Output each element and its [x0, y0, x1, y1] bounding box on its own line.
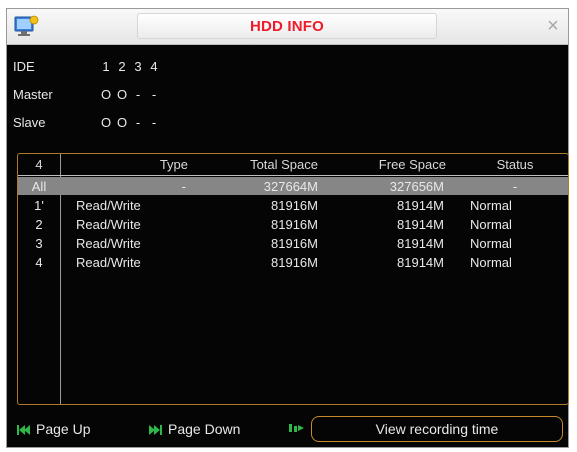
ide-master-row: Master O O - - — [7, 85, 307, 107]
title-tab: HDD INFO — [137, 13, 437, 39]
ide-number-4: 4 — [150, 59, 158, 74]
title-bar: HDD INFO × — [7, 9, 568, 45]
row-type: Read/Write — [76, 198, 141, 213]
slave-value-1: O — [100, 115, 112, 130]
footer-bar: Page Up Page Down View recording time — [7, 411, 568, 445]
row-total-space: 81916M — [271, 255, 318, 270]
row-type: Read/Write — [76, 236, 141, 251]
table-row[interactable]: 1' Read/Write 81916M 81914M Normal — [18, 196, 568, 214]
row-type: Read/Write — [76, 255, 141, 270]
row-total-space: 81916M — [271, 198, 318, 213]
ide-number-2: 2 — [118, 59, 126, 74]
row-free-space: 81914M — [397, 255, 444, 270]
ide-label: IDE — [13, 59, 35, 74]
table-row[interactable]: 2 Read/Write 81916M 81914M Normal — [18, 215, 568, 233]
row-type: Read/Write — [76, 217, 141, 232]
hdd-app-icon — [14, 15, 39, 36]
row-type: - — [181, 179, 186, 194]
row-status: - — [512, 179, 518, 194]
row-status: Normal — [470, 217, 512, 232]
hdd-info-window: HDD INFO × IDE 1 2 3 4 Master O O - - Sl… — [6, 8, 569, 448]
table-row[interactable]: 4 Read/Write 81916M 81914M Normal — [18, 253, 568, 271]
ide-slave-row: Slave O O - - — [7, 113, 307, 135]
ide-number-1: 1 — [102, 59, 110, 74]
slave-value-4: - — [151, 115, 157, 130]
slave-value-2: O — [116, 115, 128, 130]
page-up-icon — [17, 425, 30, 436]
row-index: 1' — [34, 198, 44, 213]
ide-status-panel: IDE 1 2 3 4 Master O O - - Slave O O - - — [7, 57, 307, 147]
page-up-label: Page Up — [36, 421, 91, 437]
page-down-icon — [149, 425, 162, 436]
header-index: 4 — [35, 157, 43, 172]
master-value-4: - — [151, 87, 157, 102]
table-row-all[interactable]: All - 327664M 327656M - — [18, 177, 568, 195]
row-free-space: 81914M — [397, 236, 444, 251]
header-total-space: Total Space — [250, 157, 318, 172]
table-header: 4 Type Total Space Free Space Status — [18, 154, 568, 176]
row-index: All — [31, 179, 47, 194]
row-total-space: 327664M — [263, 179, 318, 194]
page-up-button[interactable]: Page Up — [17, 419, 90, 439]
master-value-2: O — [116, 87, 128, 102]
close-icon[interactable]: × — [542, 15, 564, 37]
slave-value-3: - — [135, 115, 141, 130]
ide-header-row: IDE 1 2 3 4 — [7, 57, 307, 79]
hdd-table: 4 Type Total Space Free Space Status All… — [17, 153, 569, 405]
slave-label: Slave — [13, 115, 46, 130]
window-title: HDD INFO — [249, 18, 325, 35]
table-row[interactable]: 3 Read/Write 81916M 81914M Normal — [18, 234, 568, 252]
row-free-space: 81914M — [397, 198, 444, 213]
master-label: Master — [13, 87, 53, 102]
function-key-icon — [289, 424, 304, 432]
row-total-space: 81916M — [271, 217, 318, 232]
row-index: 4 — [35, 255, 43, 270]
page-down-label: Page Down — [168, 421, 241, 437]
row-index: 3 — [35, 236, 43, 251]
view-recording-time-button[interactable]: View recording time — [311, 416, 563, 442]
row-status: Normal — [470, 255, 512, 270]
row-free-space: 81914M — [397, 217, 444, 232]
header-type: Type — [159, 157, 188, 172]
row-status: Normal — [470, 236, 512, 251]
header-status: Status — [496, 157, 534, 172]
row-total-space: 81916M — [271, 236, 318, 251]
page-down-button[interactable]: Page Down — [149, 419, 240, 439]
master-value-1: O — [100, 87, 112, 102]
master-value-3: - — [135, 87, 141, 102]
row-status: Normal — [470, 198, 512, 213]
header-free-space: Free Space — [378, 157, 446, 172]
row-free-space: 327656M — [389, 179, 444, 194]
row-index: 2 — [35, 217, 43, 232]
ide-number-3: 3 — [134, 59, 142, 74]
